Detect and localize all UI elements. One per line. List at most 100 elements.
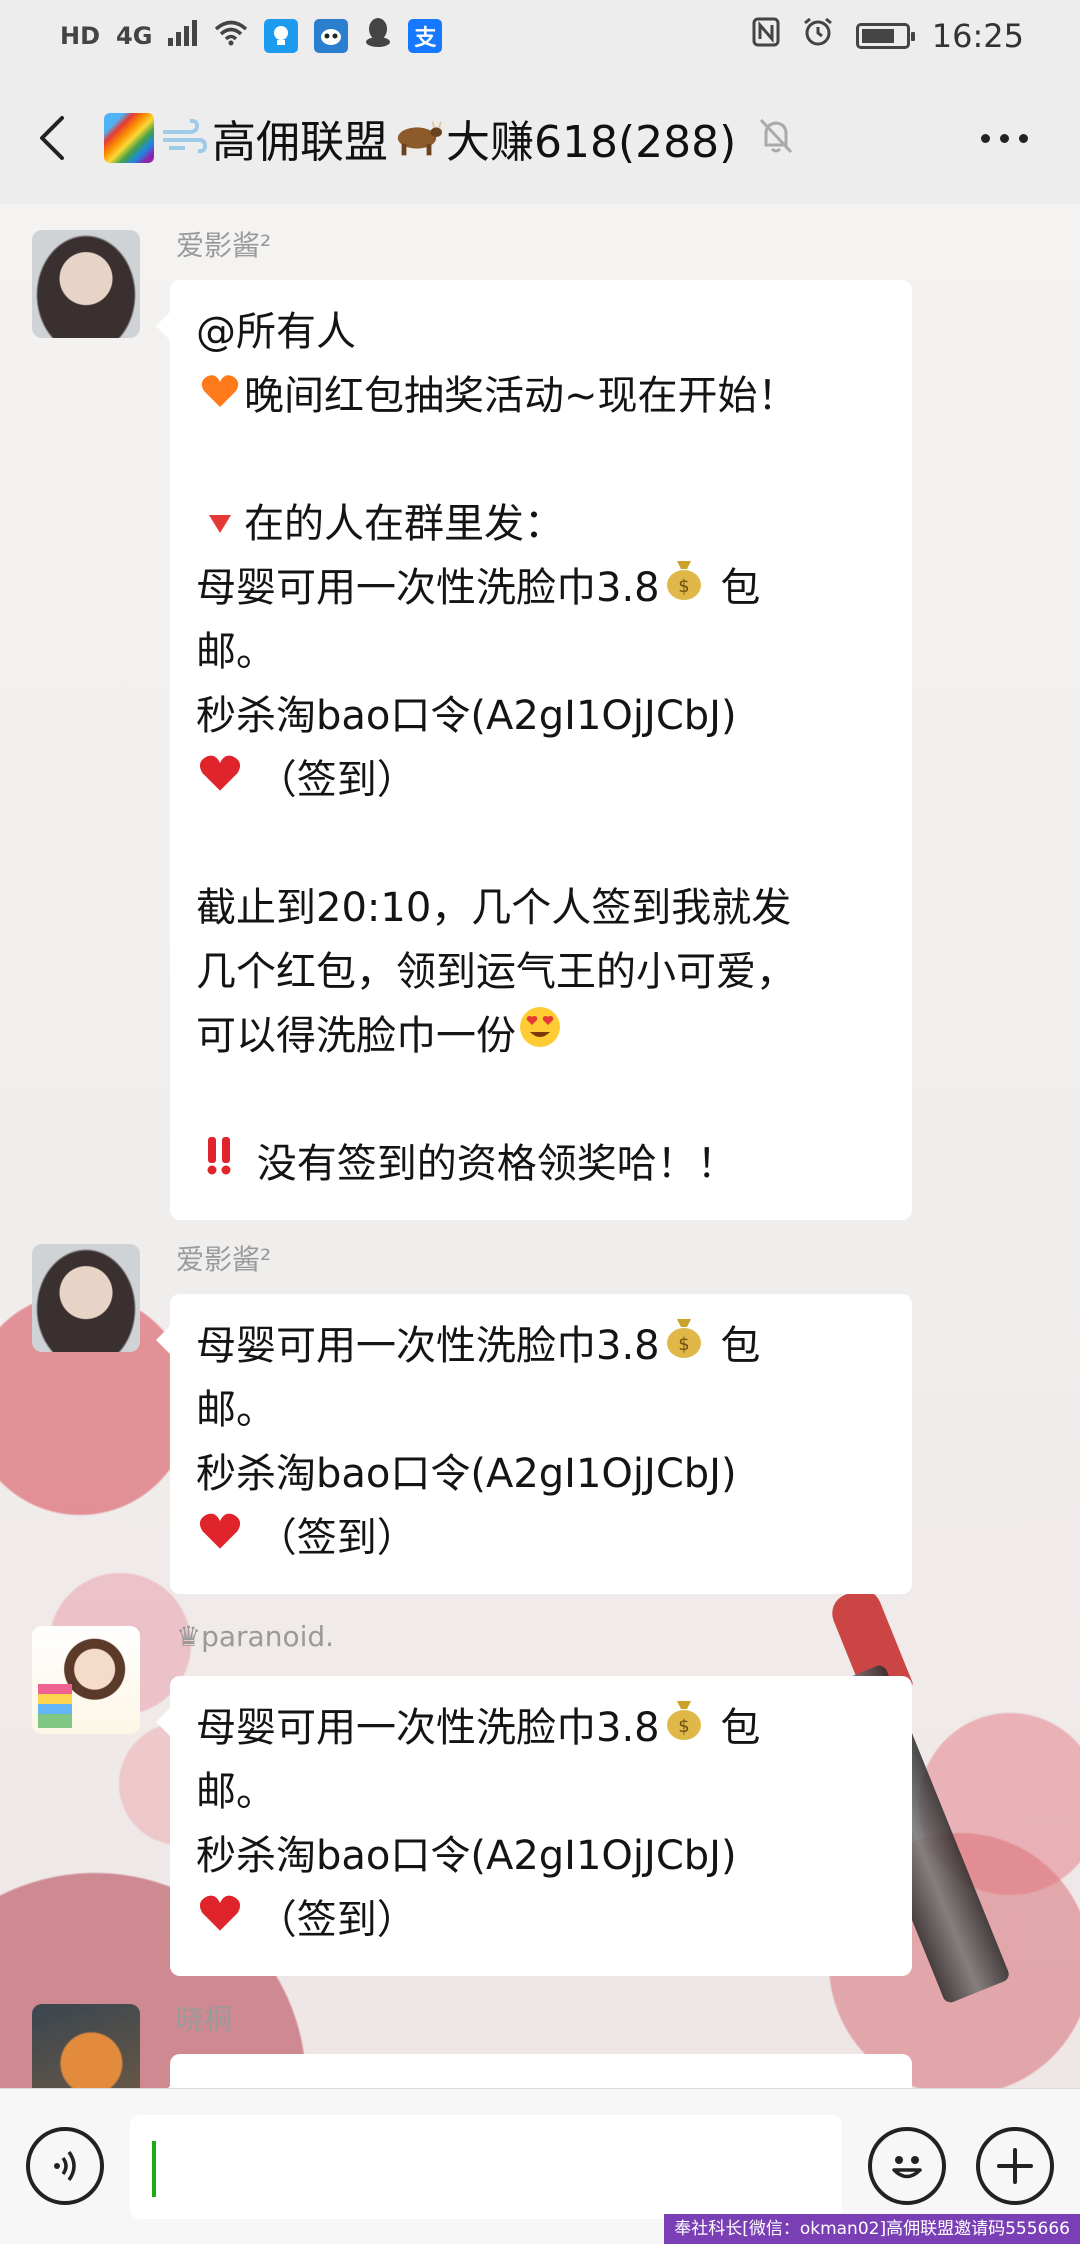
avatar-blocks [38, 1684, 72, 1728]
chat-title: 高佣联盟 大赚618(288) [104, 106, 794, 170]
alipay-icon: 支 [408, 19, 443, 53]
more-dots-icon[interactable] [964, 72, 1044, 204]
panda-app-icon [314, 19, 349, 53]
message-line: @所有人 [196, 309, 356, 355]
money-bag-icon: $ [660, 556, 708, 620]
ox-icon [392, 113, 442, 163]
nfc-icon [752, 17, 780, 55]
qq-icon [364, 16, 392, 56]
red-triangle-down-icon [196, 492, 244, 556]
avatar[interactable] [32, 1244, 140, 1352]
money-bag-icon: $ [660, 1696, 708, 1760]
chevron-left-icon [40, 116, 64, 160]
clock-time: 16:25 [931, 17, 1024, 55]
message-line: 包 [720, 565, 761, 611]
message-line: （签到） [256, 757, 417, 803]
message-line-wrap: 没有签到的资格领奖哈！！ [196, 1132, 886, 1196]
svg-text:$: $ [678, 1716, 689, 1737]
group-name: 高佣联盟 [212, 117, 388, 168]
dot [1018, 133, 1028, 143]
message-line: 晚间红包抽奖活动~现在开始！ [244, 373, 798, 419]
more-functions-button[interactable] [976, 2127, 1054, 2205]
dot [980, 133, 990, 143]
message-line: 母婴可用一次性洗脸巾3.8 [196, 1705, 660, 1751]
hd-indicator: HD [60, 22, 101, 50]
alarm-icon [802, 16, 834, 56]
money-bag-icon: $ [660, 1314, 708, 1378]
chat-messages[interactable]: 爱影酱² @所有人 晚间红包抽奖活动~现在开始！ 在的人在群里发： 母婴可用一次… [0, 204, 1080, 2088]
red-heart-icon [196, 1888, 244, 1952]
message-line: 可以得洗脸巾一份 [196, 1013, 516, 1059]
message-line: 包 [720, 1705, 761, 1751]
message-line-wrap: 可以得洗脸巾一份 [196, 1004, 886, 1068]
group-name-tail: 大赚618(288) [446, 117, 737, 168]
chat-header: 高佣联盟 大赚618(288) [0, 72, 1080, 204]
bell-off-icon [758, 117, 794, 159]
sender-name: 爱影酱² [176, 229, 272, 262]
message-line: 邮。 [196, 629, 276, 675]
network-type: 4G [116, 22, 153, 50]
plus-icon [997, 2148, 1033, 2184]
status-bar-right: 16:25 [752, 16, 1024, 56]
lightbulb-app-icon [264, 19, 299, 53]
message-input[interactable] [130, 2115, 842, 2219]
message-line-wrap: 母婴可用一次性洗脸巾3.8 $ 包 [196, 556, 886, 620]
message-line: 截止到20:10，几个人签到我就发 [196, 885, 792, 931]
message-line: 母婴可用一次性洗脸巾3.8 [196, 1323, 660, 1369]
wifi-icon [214, 19, 248, 54]
signal-icon [168, 19, 198, 54]
message-line-wrap: （签到） [196, 748, 886, 812]
message-line: 秒杀淘bao口令(A2gI1OjJCbJ) [196, 1451, 737, 1497]
message-line-wrap: （签到） [196, 1888, 886, 1952]
message-line: 母婴可用一次性洗脸巾3.8 [196, 565, 660, 611]
battery-level [861, 29, 894, 43]
message-line: 没有签到的资格领奖哈！！ [256, 1141, 737, 1187]
message-line-wrap: 在的人在群里发： [196, 492, 886, 556]
avatar[interactable] [32, 1626, 140, 1734]
svg-text:$: $ [678, 1334, 689, 1355]
message-line-wrap: 晚间红包抽奖活动~现在开始！ [196, 364, 886, 428]
heart-eyes-icon [516, 1004, 564, 1068]
message-bubble[interactable]: @所有人 晚间红包抽奖活动~现在开始！ 在的人在群里发： 母婴可用一次性洗脸巾3… [156, 280, 912, 1220]
message-line: 邮。 [196, 1769, 276, 1815]
avatar[interactable] [32, 230, 140, 338]
red-heart-icon [196, 748, 244, 812]
sender-name: ♛paranoid. [176, 1620, 335, 1653]
status-bar: HD 4G 支 16:25 [0, 0, 1080, 72]
message-bubble[interactable]: 母婴可用一次性洗脸巾3.8 $ 包 邮。 秒杀淘bao口令(A2gI1OjJCbJ… [156, 1676, 912, 1976]
dash-icon [158, 113, 208, 163]
smiley-icon [892, 2156, 922, 2179]
dot [999, 133, 1009, 143]
message-line: 秒杀淘bao口令(A2gI1OjJCbJ) [196, 1833, 737, 1879]
message-line-wrap: 母婴可用一次性洗脸巾3.8 $ 包 [196, 1696, 886, 1760]
red-heart-icon [196, 1506, 244, 1570]
message-bubble[interactable]: 母婴可用一次性洗脸巾3.8 $ 包 邮。 秒杀淘bao口令(A2gI1OjJCbJ… [156, 1294, 912, 1594]
message-line-wrap: 母婴可用一次性洗脸巾3.8 $ 包 [196, 1314, 886, 1378]
double-exclamation-icon [196, 1132, 244, 1196]
voice-input-button[interactable] [26, 2127, 104, 2205]
sender-name: 晓桐 [176, 2003, 233, 2036]
input-bar: 奉社科长[微信：okman02]高佣联盟邀请码555666 [0, 2088, 1080, 2244]
rainbow-icon [104, 113, 154, 163]
message-bubble[interactable] [156, 2054, 912, 2088]
back-button[interactable] [0, 72, 104, 204]
message-line: （签到） [256, 1897, 417, 1943]
message-line: 在的人在群里发： [244, 501, 564, 547]
sender-name: 爱影酱² [176, 1243, 272, 1276]
voice-icon [54, 2150, 76, 2182]
message-line-wrap: （签到） [196, 1506, 886, 1570]
status-bar-left: HD 4G 支 [60, 16, 443, 56]
message-line: 几个红包，领到运气王的小可爱， [196, 949, 796, 995]
message-line: 包 [720, 1323, 761, 1369]
message-line: 邮。 [196, 1387, 276, 1433]
text-caret [152, 2141, 156, 2197]
orange-heart-icon [196, 364, 244, 428]
avatar[interactable] [32, 2004, 140, 2088]
message-line: 秒杀淘bao口令(A2gI1OjJCbJ) [196, 693, 737, 739]
battery-icon [855, 23, 915, 49]
emoji-button[interactable] [868, 2127, 946, 2205]
message-line: （签到） [256, 1515, 417, 1561]
